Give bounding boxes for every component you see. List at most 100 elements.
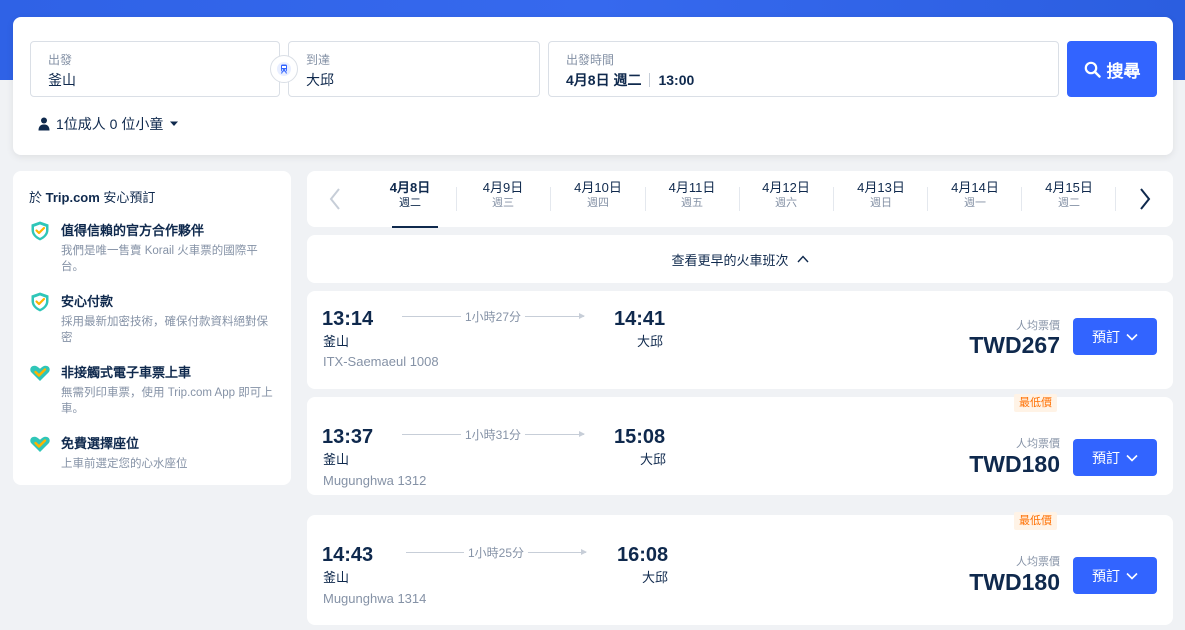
trust-item-desc: 我們是唯一售賣 Korail 火車票的國際平台。 (61, 245, 258, 273)
date-tab-weekday: 週二 (1058, 197, 1080, 209)
book-button[interactable]: 預訂 (1073, 557, 1157, 594)
date-tab-date: 4月15日 (1045, 180, 1093, 195)
trust-title: 於 Trip.com 安心預訂 (29, 187, 275, 206)
date-tab-date: 4月13日 (857, 180, 905, 195)
date-tab-weekday: 週五 (681, 197, 703, 209)
book-button[interactable]: 預訂 (1073, 318, 1157, 355)
next-dates-button[interactable] (1133, 187, 1157, 211)
book-button[interactable]: 預訂 (1073, 439, 1157, 476)
trust-panel: 於 Trip.com 安心預訂 值得信賴的官方合作夥伴 我們是唯一售賣 Kora… (13, 171, 291, 485)
date-tab[interactable]: 4月11日 週五 (645, 180, 739, 218)
search-icon (1084, 61, 1101, 78)
train-number: ITX-Saemaeul 1008 (323, 354, 439, 369)
date-tab[interactable]: 4月8日 週二 (363, 180, 457, 228)
heart-check-icon (30, 436, 50, 452)
trust-item: 值得信賴的官方合作夥伴 我們是唯一售賣 Korail 火車票的國際平台。 (29, 220, 275, 275)
shield-check-icon (31, 221, 49, 241)
trust-item-title: 安心付款 (61, 294, 114, 309)
trust-item-title: 值得信賴的官方合作夥伴 (61, 223, 205, 238)
chevron-left-icon (329, 188, 340, 210)
train-number: Mugunghwa 1312 (323, 473, 427, 488)
earlier-label: 查看更早的火車班次 (671, 252, 789, 268)
departure-time: 13:37 (322, 426, 374, 448)
prev-dates-button[interactable] (323, 187, 347, 211)
date-tab-date: 4月10日 (574, 180, 622, 195)
train-number: Mugunghwa 1314 (323, 591, 427, 606)
date-selector: 4月8日 週二 4月9日 週三 4月10日 週四 4月11日 週五 4月12日 … (307, 171, 1173, 228)
to-label: 到達 (306, 53, 331, 67)
arrival-time: 14:41 (614, 308, 666, 330)
book-button-label: 預訂 (1092, 449, 1120, 466)
chevron-right-icon (1140, 188, 1151, 210)
from-value[interactable]: 釜山 (48, 70, 76, 90)
shield-check-icon (31, 292, 49, 312)
date-tab-weekday: 週六 (775, 197, 797, 209)
chevron-up-icon (796, 255, 809, 263)
date-tab[interactable]: 4月12日 週六 (739, 180, 833, 218)
trust-item: 非接觸式電子車票上車 無需列印車票，使用 Trip.com App 即可上車。 (29, 362, 275, 417)
arrival-station: 大邱 (642, 570, 669, 585)
price-label: 人均票價 (1016, 320, 1060, 332)
trust-item-desc: 無需列印車票，使用 Trip.com App 即可上車。 (61, 387, 273, 415)
trust-item-desc: 上車前選定您的心水座位 (61, 458, 188, 470)
date-tab-date: 4月14日 (951, 180, 999, 195)
date-tab-weekday: 週三 (492, 197, 514, 209)
search-card: 出發 釜山 到達 大邱 出發時間 4月8日 週二 13:00 搜尋 1位成人 0… (13, 17, 1173, 155)
date-tab[interactable]: 4月10日 週四 (551, 180, 645, 218)
departure-time-field[interactable]: 出發時間 4月8日 週二 13:00 (548, 41, 1059, 97)
duration: 1小時25分 (406, 544, 587, 561)
lowest-price-badge: 最低價 (1014, 394, 1057, 412)
trust-item-title: 非接觸式電子車票上車 (61, 365, 192, 380)
train-icon[interactable] (270, 55, 298, 83)
caret-down-icon (170, 121, 179, 126)
date-tab[interactable]: 4月14日 週一 (928, 180, 1022, 218)
trust-item: 免費選擇座位 上車前選定您的心水座位 (29, 433, 275, 472)
chevron-down-icon (1126, 333, 1138, 341)
departure-station: 釜山 (323, 334, 350, 349)
trust-item-title: 免費選擇座位 (61, 436, 140, 451)
date-tab-date: 4月11日 (668, 180, 716, 195)
show-earlier-trains-button[interactable]: 查看更早的火車班次 (307, 235, 1173, 283)
price: TWD180 (969, 451, 1060, 477)
trust-item-desc: 採用最新加密技術，確保付款資料絕對保密 (61, 316, 268, 344)
divider (649, 73, 651, 87)
book-button-label: 預訂 (1092, 328, 1120, 345)
person-icon (38, 117, 50, 131)
date-tab-weekday: 週二 (399, 197, 421, 209)
date-tab[interactable]: 4月15日 週二 (1022, 180, 1116, 218)
time-label: 出發時間 (566, 53, 615, 67)
arrival-station: 大邱 (640, 452, 667, 467)
from-label: 出發 (48, 53, 73, 67)
book-button-label: 預訂 (1092, 567, 1120, 584)
search-button-label: 搜尋 (1106, 61, 1141, 81)
to-value[interactable]: 大邱 (306, 70, 334, 90)
from-field[interactable]: 出發 釜山 (30, 41, 280, 97)
time-value[interactable]: 4月8日 週二 13:00 (566, 70, 694, 90)
date-tab[interactable]: 4月13日 週日 (834, 180, 928, 218)
train-card[interactable]: 最低價 14:43 釜山 1小時25分 16:08 大邱 Mugunghwa 1… (307, 512, 1173, 625)
duration-text: 1小時25分 (463, 544, 529, 561)
to-field[interactable]: 到達 大邱 (288, 41, 540, 97)
date-tab-weekday: 週一 (964, 197, 986, 209)
arrival-time: 15:08 (614, 426, 666, 448)
price-label: 人均票價 (1016, 438, 1060, 450)
trust-item: 安心付款 採用最新加密技術，確保付款資料絕對保密 (29, 291, 275, 346)
duration-text: 1小時31分 (460, 426, 526, 443)
chevron-down-icon (1126, 454, 1138, 462)
date-tab-weekday: 週四 (587, 197, 609, 209)
date-tab-weekday: 週日 (870, 197, 892, 209)
price: TWD267 (969, 332, 1060, 358)
lowest-price-badge: 最低價 (1014, 512, 1057, 530)
hour-value: 13:00 (658, 72, 695, 88)
date-tab-date: 4月9日 (482, 180, 524, 195)
trust-title-prefix: 於 (29, 190, 46, 205)
duration-text: 1小時27分 (460, 308, 526, 325)
train-card[interactable]: 13:14 釜山 1小時27分 14:41 大邱 ITX-Saemaeul 10… (307, 291, 1173, 389)
date-tab[interactable]: 4月9日 週三 (456, 180, 550, 218)
passenger-selector[interactable]: 1位成人 0 位小童 (38, 114, 179, 134)
train-card[interactable]: 最低價 13:37 釜山 1小時31分 15:08 大邱 Mugunghwa 1… (307, 394, 1173, 495)
search-button[interactable]: 搜尋 (1067, 41, 1157, 97)
arrival-station: 大邱 (637, 334, 664, 349)
passenger-label: 1位成人 0 位小童 (56, 116, 164, 132)
duration: 1小時27分 (402, 308, 585, 325)
